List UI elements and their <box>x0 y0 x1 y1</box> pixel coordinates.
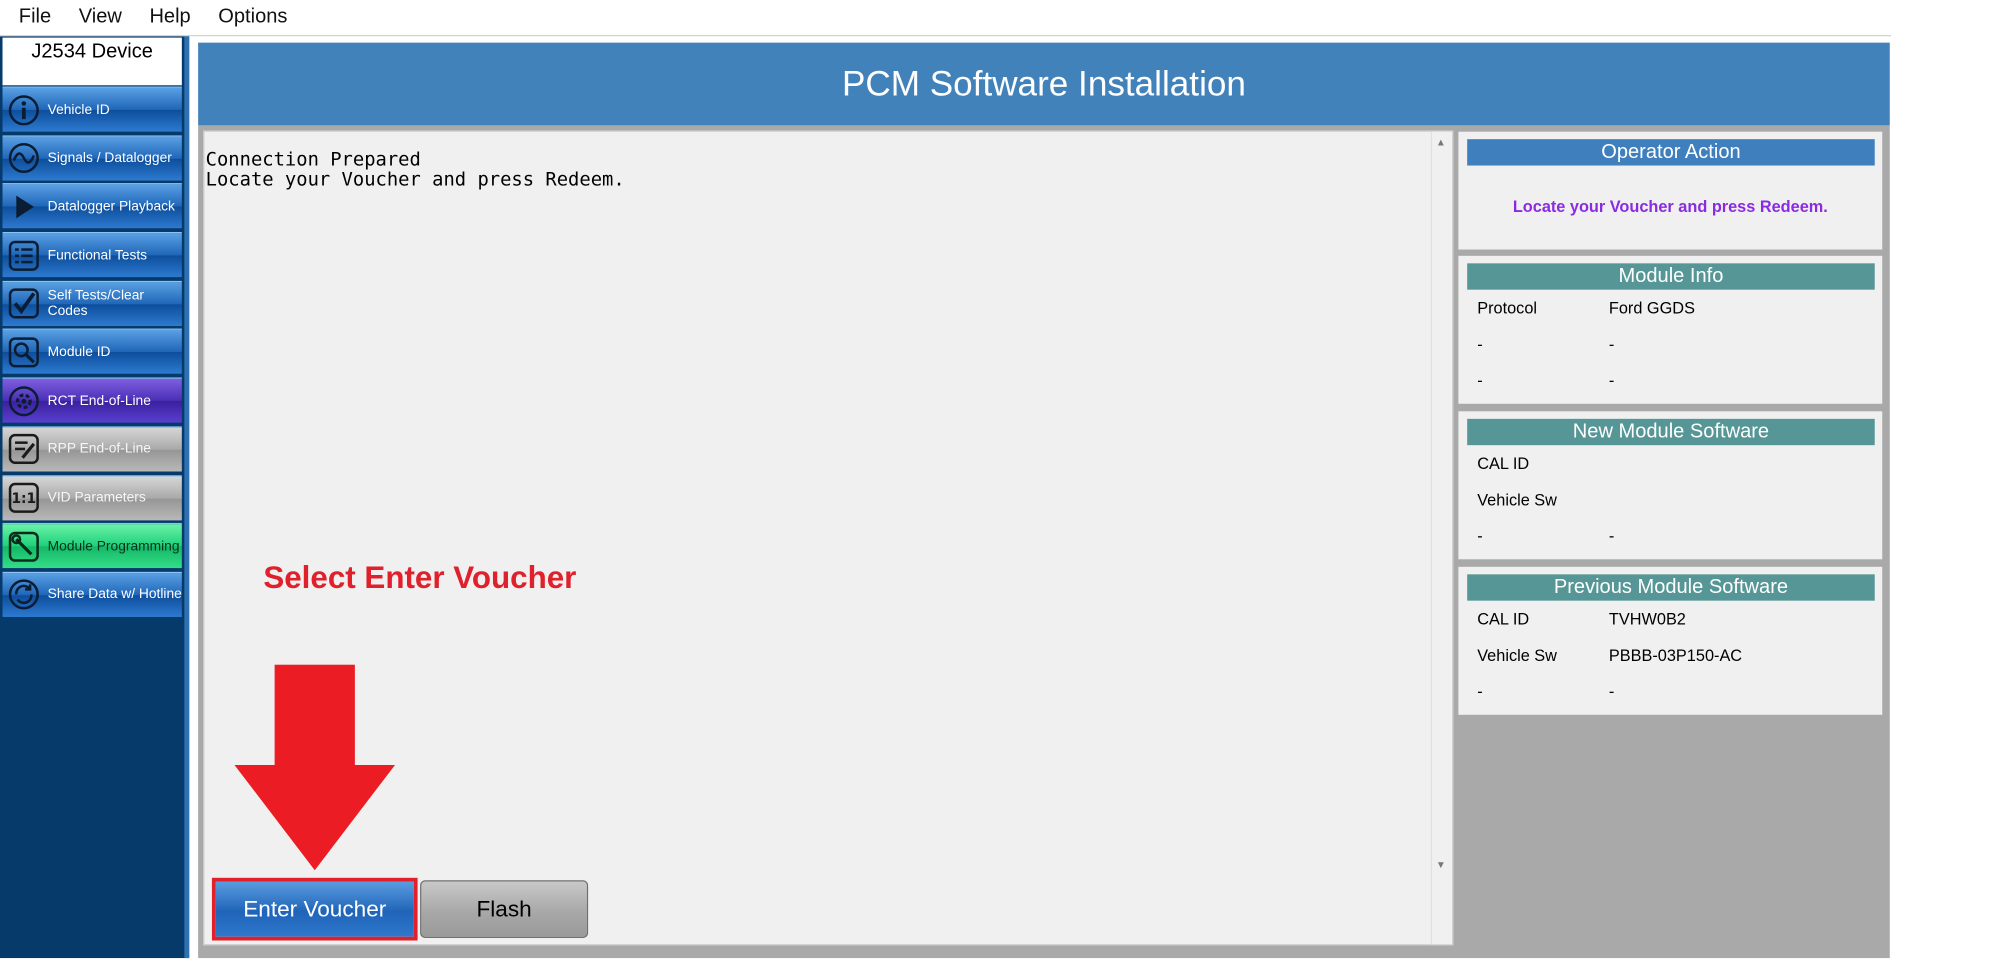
sidebar-item-label: Signals / Datalogger <box>47 150 172 166</box>
info-key: - <box>1477 371 1483 390</box>
magnifier-icon <box>8 336 41 369</box>
operator-action-title: Operator Action <box>1467 139 1875 166</box>
sidebar-item-label: Share Data w/ Hotline <box>47 587 182 603</box>
menu-options[interactable]: Options <box>208 0 297 35</box>
sidebar-item-label: RPP End-of-Line <box>47 441 151 457</box>
menu-bar: File View Help Options <box>0 0 1892 37</box>
sidebar-item-functional-tests[interactable]: Functional Tests <box>2 232 182 278</box>
info-row: -- <box>1477 527 1614 546</box>
info-key: CAL ID <box>1477 453 1530 473</box>
sidebar-item-vid-parameters[interactable]: 1:1 VID Parameters <box>2 474 182 520</box>
info-value: PBBB-03P150-AC <box>1608 645 1743 665</box>
info-row: CAL ID <box>1477 454 1609 473</box>
sidebar-item-module-programming[interactable]: Module Programming <box>2 523 182 569</box>
enter-voucher-button[interactable]: Enter Voucher <box>211 877 418 941</box>
sidebar-item-self-tests[interactable]: Self Tests/Clear Codes <box>2 280 182 326</box>
sidebar-item-vehicle-id[interactable]: Vehicle ID <box>2 86 182 132</box>
sidebar-item-module-id[interactable]: Module ID <box>2 329 182 375</box>
info-row: -- <box>1477 371 1614 390</box>
scroll-up-icon[interactable]: ▲ <box>1436 137 1446 148</box>
device-label: J2534 Device <box>2 37 182 86</box>
sidebar-item-rpp-end-of-line[interactable]: RPP End-of-Line <box>2 426 182 472</box>
info-row: -- <box>1477 335 1614 354</box>
info-row: -- <box>1477 682 1614 701</box>
list-icon <box>8 239 41 272</box>
signal-icon <box>8 142 41 175</box>
menu-help[interactable]: Help <box>139 0 200 35</box>
sidebar-item-label: VID Parameters <box>47 490 146 506</box>
info-key: Protocol <box>1477 298 1538 318</box>
play-icon <box>8 190 41 223</box>
log-text: Connection Prepared Locate your Voucher … <box>205 147 625 191</box>
gear-icon <box>8 385 41 418</box>
sidebar-item-datalogger-playback[interactable]: Datalogger Playback <box>2 183 182 229</box>
flash-button[interactable]: Flash <box>420 880 589 938</box>
down-arrow-icon <box>234 664 396 871</box>
refresh-icon <box>8 579 41 612</box>
info-value: TVHW0B2 <box>1608 609 1686 629</box>
info-icon <box>8 93 41 126</box>
info-row: Protocol Ford GGDS <box>1477 298 1695 317</box>
ratio-icon: 1:1 <box>8 482 41 515</box>
info-value: Ford GGDS <box>1608 298 1695 318</box>
menu-file[interactable]: File <box>9 0 61 35</box>
operator-action-panel: Operator Action Locate your Voucher and … <box>1458 131 1883 250</box>
svg-text:1:1: 1:1 <box>11 491 36 507</box>
info-key: Vehicle Sw <box>1477 645 1557 665</box>
sidebar-item-label: RCT End-of-Line <box>47 393 151 409</box>
new-software-title: New Module Software <box>1467 418 1875 446</box>
sidebar-item-label: Module ID <box>47 344 111 360</box>
previous-software-title: Previous Module Software <box>1467 574 1875 601</box>
info-key: CAL ID <box>1477 609 1530 629</box>
info-row: Vehicle Sw PBBB-03P150-AC <box>1477 646 1742 665</box>
scroll-down-icon[interactable]: ▼ <box>1436 859 1446 870</box>
page-title: PCM Software Installation <box>198 42 1890 126</box>
previous-software-panel: Previous Module Software CAL ID TVHW0B2 V… <box>1458 566 1883 715</box>
module-info-panel: Module Info Protocol Ford GGDS -- -- <box>1458 255 1883 404</box>
info-value: - <box>1608 682 1615 701</box>
sidebar-item-label: Datalogger Playback <box>47 199 175 215</box>
nav-list: Vehicle ID Signals / Datalogger Datalogg… <box>2 86 182 621</box>
info-value: - <box>1608 334 1615 354</box>
wrench-icon <box>8 530 41 563</box>
sidebar-item-share-data[interactable]: Share Data w/ Hotline <box>2 571 182 617</box>
info-key: Vehicle Sw <box>1477 490 1557 510</box>
sidebar-item-label: Module Programming <box>47 538 180 554</box>
info-key: - <box>1477 334 1483 354</box>
info-value: - <box>1608 371 1615 390</box>
edit-icon <box>8 433 41 466</box>
info-key: - <box>1477 526 1483 546</box>
info-row: Vehicle Sw <box>1477 490 1609 509</box>
operator-action-message: Locate your Voucher and press Redeem. <box>1512 196 1828 216</box>
info-value: - <box>1608 526 1615 546</box>
info-row: CAL ID TVHW0B2 <box>1477 609 1686 628</box>
sidebar-item-rct-end-of-line[interactable]: RCT End-of-Line <box>2 377 182 423</box>
log-scrollbar[interactable]: ▲ ▼ <box>1430 131 1453 945</box>
checkmark-icon <box>8 287 41 320</box>
sidebar-item-label: Self Tests/Clear Codes <box>47 288 144 319</box>
sidebar-item-label: Functional Tests <box>47 247 148 263</box>
sidebar-item-label: Vehicle ID <box>47 102 110 118</box>
annotation-label: Select Enter Voucher <box>263 560 577 596</box>
sidebar: J2534 Device Vehicle ID Signals / Datalo… <box>0 36 190 959</box>
info-key: - <box>1477 682 1483 701</box>
new-software-panel: New Module Software CAL ID Vehicle Sw -- <box>1458 411 1883 560</box>
menu-view[interactable]: View <box>69 0 132 35</box>
sidebar-item-signals-datalogger[interactable]: Signals / Datalogger <box>2 135 182 181</box>
module-info-title: Module Info <box>1467 263 1875 290</box>
